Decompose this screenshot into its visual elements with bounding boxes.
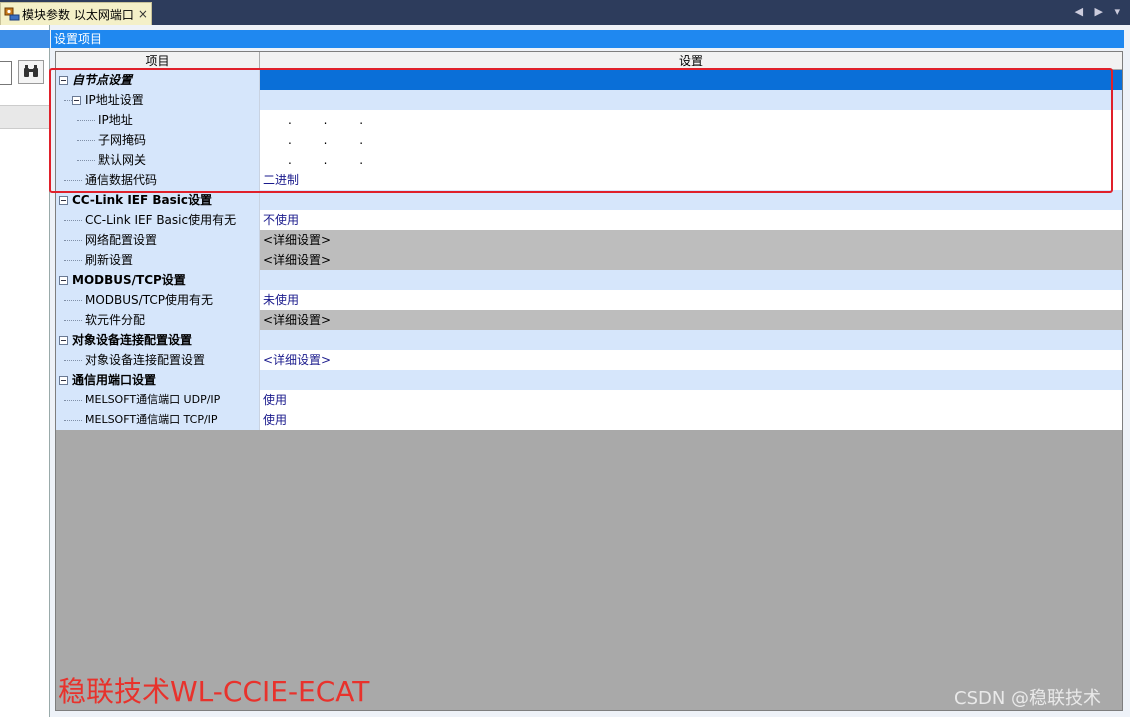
row-value[interactable] (260, 270, 1122, 290)
row-value[interactable] (260, 330, 1122, 350)
row-label: 对象设备连接配置设置 (72, 333, 193, 347)
search-input[interactable] (0, 61, 12, 85)
subnet-mask-field[interactable]: . . . (260, 130, 1122, 150)
cclink-usage-select[interactable]: 不使用 (260, 210, 1122, 230)
settings-header: 设置项目 (51, 30, 1124, 48)
row-own-node-settings[interactable]: 自节点设置 (56, 70, 1122, 90)
row-default-gateway[interactable]: 默认网关 . . . (56, 150, 1122, 170)
watermark-left: 稳联技术WL-CCIE-ECAT (58, 675, 370, 708)
settings-grid: 项目 设置 自节点设置 IP地址设置 IP地址 . . . 子网掩码 . . .… (55, 51, 1123, 711)
row-label: 刷新设置 (85, 253, 134, 267)
device-assignment-detail-button[interactable]: <详细设置> (260, 310, 1122, 330)
row-refresh-settings[interactable]: 刷新设置 <详细设置> (56, 250, 1122, 270)
comm-data-code-select[interactable]: 二进制 (260, 170, 1122, 190)
collapse-icon[interactable] (59, 276, 68, 285)
tab-bar: 模块参数 以太网端口 × ◀ ▶ ▾ (0, 0, 1130, 25)
row-value[interactable] (260, 90, 1122, 110)
row-target-device-connection-group[interactable]: 对象设备连接配置设置 (56, 330, 1122, 350)
row-ip-address-settings[interactable]: IP地址设置 (56, 90, 1122, 110)
row-cclink-ief-basic-settings[interactable]: CC-Link IEF Basic设置 (56, 190, 1122, 210)
row-label: 通信数据代码 (85, 173, 158, 187)
melsoft-tcp-select[interactable]: 使用 (260, 410, 1122, 430)
network-config-detail-button[interactable]: <详细设置> (260, 230, 1122, 250)
row-network-config[interactable]: 网络配置设置 <详细设置> (56, 230, 1122, 250)
settings-panel: 设置项目 项目 设置 自节点设置 IP地址设置 IP地址 . . . 子网掩码 … (50, 25, 1130, 717)
left-pane-header (0, 30, 50, 48)
collapse-icon[interactable] (59, 336, 68, 345)
column-header-setting[interactable]: 设置 (260, 52, 1122, 70)
row-label: CC-Link IEF Basic设置 (72, 193, 212, 207)
row-label: IP地址 (98, 113, 133, 127)
row-cclink-usage[interactable]: CC-Link IEF Basic使用有无 不使用 (56, 210, 1122, 230)
row-label: MELSOFT通信端口 TCP/IP (85, 413, 218, 426)
melsoft-udp-select[interactable]: 使用 (260, 390, 1122, 410)
row-melsoft-udp[interactable]: MELSOFT通信端口 UDP/IP 使用 (56, 390, 1122, 410)
row-label: CC-Link IEF Basic使用有无 (85, 213, 237, 227)
row-label: 默认网关 (98, 153, 147, 167)
watermark-right: CSDN @稳联技术 (954, 688, 1102, 709)
find-button[interactable] (18, 60, 44, 84)
row-label: 子网掩码 (98, 133, 147, 147)
row-comm-data-code[interactable]: 通信数据代码 二进制 (56, 170, 1122, 190)
tab-scroll-icons[interactable]: ◀ ▶ ▾ (1075, 5, 1124, 18)
tab-module-parameter[interactable]: 模块参数 以太网端口 × (0, 2, 152, 25)
settings-rows: 自节点设置 IP地址设置 IP地址 . . . 子网掩码 . . . 默认网关 … (56, 70, 1122, 430)
row-value[interactable] (260, 370, 1122, 390)
row-label: MODBUS/TCP设置 (72, 273, 186, 287)
row-ip-address[interactable]: IP地址 . . . (56, 110, 1122, 130)
module-parameter-icon (4, 7, 20, 21)
collapse-icon[interactable] (59, 76, 68, 85)
ip-address-field[interactable]: . . . (260, 110, 1122, 130)
row-label: MELSOFT通信端口 UDP/IP (85, 393, 221, 406)
row-label: 自节点设置 (72, 73, 133, 87)
row-label: 网络配置设置 (85, 233, 158, 247)
collapse-icon[interactable] (72, 96, 81, 105)
modbus-usage-select[interactable]: 未使用 (260, 290, 1122, 310)
row-value[interactable] (260, 190, 1122, 210)
default-gateway-field[interactable]: . . . (260, 150, 1122, 170)
row-label: 通信用端口设置 (72, 373, 157, 387)
binoculars-icon (23, 64, 39, 81)
column-header-item[interactable]: 项目 (56, 52, 260, 70)
row-modbus-tcp-settings[interactable]: MODBUS/TCP设置 (56, 270, 1122, 290)
row-target-device-connection[interactable]: 对象设备连接配置设置 <详细设置> (56, 350, 1122, 370)
row-comm-port-settings[interactable]: 通信用端口设置 (56, 370, 1122, 390)
collapse-icon[interactable] (59, 376, 68, 385)
row-label: 对象设备连接配置设置 (85, 353, 206, 367)
close-icon[interactable]: × (138, 7, 148, 21)
target-device-detail-link[interactable]: <详细设置> (260, 350, 1122, 370)
row-label: MODBUS/TCP使用有无 (85, 293, 213, 307)
collapse-icon[interactable] (59, 196, 68, 205)
left-pane-toolbar (0, 105, 50, 129)
row-modbus-usage[interactable]: MODBUS/TCP使用有无 未使用 (56, 290, 1122, 310)
row-value[interactable] (260, 70, 1122, 90)
row-melsoft-tcp[interactable]: MELSOFT通信端口 TCP/IP 使用 (56, 410, 1122, 430)
left-pane (0, 25, 50, 717)
row-label: IP地址设置 (85, 93, 144, 107)
row-subnet-mask[interactable]: 子网掩码 . . . (56, 130, 1122, 150)
row-label: 软元件分配 (85, 313, 146, 327)
row-device-assignment[interactable]: 软元件分配 <详细设置> (56, 310, 1122, 330)
tab-title: 模块参数 以太网端口 (22, 7, 134, 22)
refresh-detail-button[interactable]: <详细设置> (260, 250, 1122, 270)
grid-column-header: 项目 设置 (56, 52, 1122, 70)
